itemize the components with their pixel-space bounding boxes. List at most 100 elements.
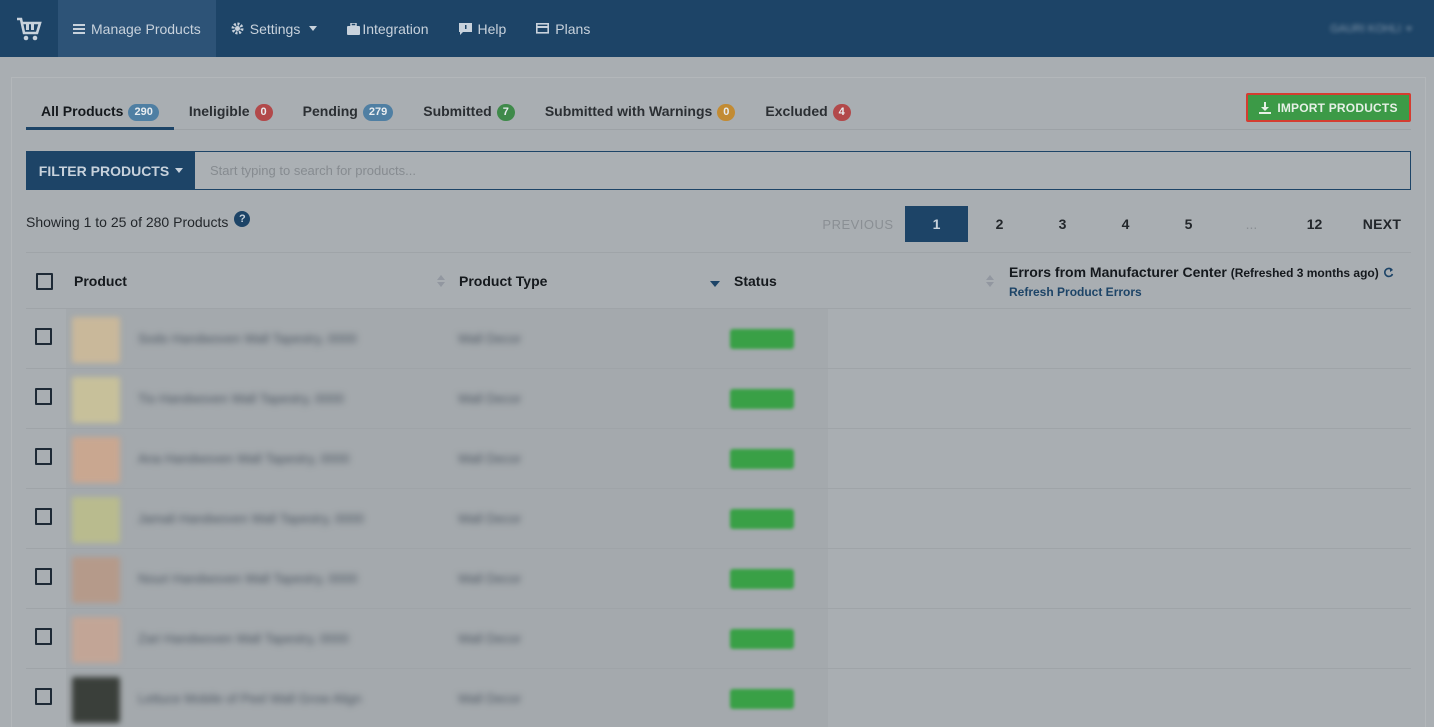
filter-products-button[interactable]: FILTER PRODUCTS: [27, 152, 195, 189]
product-thumbnail: [72, 617, 120, 663]
table-row: Nouri Handwoven Wall Tapestry, 0000 Wall …: [26, 549, 1411, 609]
pagination-previous[interactable]: PREVIOUS: [811, 206, 905, 242]
chevron-down-icon: [309, 26, 318, 31]
chat-icon: [458, 22, 472, 35]
sort-icon[interactable]: [986, 275, 994, 287]
filter-bar: FILTER PRODUCTS: [26, 151, 1411, 190]
nav-help[interactable]: Help: [444, 0, 522, 57]
page-2[interactable]: 2: [968, 206, 1031, 242]
column-product-type[interactable]: Product Type: [459, 273, 547, 289]
nav-label: Help: [477, 20, 507, 37]
download-icon: [1259, 101, 1272, 114]
sort-icon[interactable]: [437, 275, 445, 287]
row-checkbox[interactable]: [35, 508, 52, 525]
product-type: Wall Decor: [458, 451, 522, 466]
table-row: Sodo Handwoven Wall Tapestry, 0000 Wall D…: [26, 309, 1411, 369]
count-badge: 4: [832, 104, 851, 121]
status-badge: [730, 629, 794, 649]
product-name[interactable]: Zari Handwoven Wall Tapestry, 0000: [138, 631, 349, 646]
count-badge: 290: [128, 104, 159, 121]
product-thumbnail: [72, 377, 120, 423]
tab-ineligible[interactable]: Ineligible 0: [174, 92, 288, 130]
table-row: Jamali Handwoven Wall Tapestry, 0000 Wall…: [26, 489, 1411, 549]
count-badge: 7: [496, 104, 515, 121]
tab-submitted[interactable]: Submitted 7: [408, 92, 530, 130]
refresh-product-errors-link[interactable]: Refresh Product Errors: [1009, 285, 1142, 299]
table-row: Lettuce Mobile of Peel Wall Grow Align Wa…: [26, 669, 1411, 727]
tab-label: Ineligible: [188, 103, 250, 119]
product-thumbnail: [72, 557, 120, 603]
errors-title: Errors from Manufacturer Center: [1009, 264, 1227, 280]
row-checkbox[interactable]: [35, 388, 52, 405]
tab-label: Pending: [302, 103, 358, 119]
column-errors: Errors from Manufacturer Center (Refresh…: [1009, 264, 1394, 280]
page-12[interactable]: 12: [1283, 206, 1346, 242]
page-1[interactable]: 1: [905, 206, 968, 242]
page-5[interactable]: 5: [1157, 206, 1220, 242]
product-type: Wall Decor: [458, 631, 522, 646]
pagination-next[interactable]: NEXT: [1346, 206, 1418, 242]
column-product[interactable]: Product: [74, 273, 127, 289]
table-header: Product Product Type Status Errors from …: [26, 252, 1411, 309]
search-input[interactable]: [195, 152, 1410, 189]
row-checkbox[interactable]: [35, 328, 52, 345]
tab-label: Submitted with Warnings: [544, 103, 713, 119]
page-4[interactable]: 4: [1094, 206, 1157, 242]
showing-text: Showing 1 to 25 of 280 Products: [26, 214, 229, 230]
import-products-button[interactable]: IMPORT PRODUCTS: [1246, 93, 1411, 122]
count-badge: 279: [362, 104, 394, 121]
card-icon: [536, 23, 550, 34]
list-icon: [73, 23, 85, 34]
table-row: Zari Handwoven Wall Tapestry, 0000 Wall D…: [26, 609, 1411, 669]
tab-pending[interactable]: Pending 279: [288, 92, 409, 130]
status-badge: [730, 569, 794, 589]
status-badge: [730, 509, 794, 529]
import-products-label: IMPORT PRODUCTS: [1277, 100, 1398, 115]
question-icon[interactable]: ?: [234, 211, 251, 227]
nav-manage-products[interactable]: Manage Products: [58, 0, 216, 57]
column-status[interactable]: Status: [734, 273, 777, 289]
tab-label: Submitted: [423, 103, 492, 119]
home-logo[interactable]: [0, 0, 58, 57]
nav-integration[interactable]: Integration: [332, 0, 443, 57]
shopping-cart-icon: [17, 17, 42, 40]
product-name[interactable]: Ana Handwoven Wall Tapestry, 0000: [138, 451, 350, 466]
product-thumbnail: [72, 317, 120, 363]
product-name[interactable]: Sodo Handwoven Wall Tapestry, 0000: [138, 331, 357, 346]
page-3[interactable]: 3: [1031, 206, 1094, 242]
row-checkbox[interactable]: [35, 448, 52, 465]
product-name[interactable]: Nouri Handwoven Wall Tapestry, 0000: [138, 571, 357, 586]
product-name[interactable]: Jamali Handwoven Wall Tapestry, 0000: [138, 511, 364, 526]
refresh-icon[interactable]: [1383, 267, 1394, 278]
sort-desc-icon[interactable]: [710, 281, 720, 287]
row-checkbox[interactable]: [35, 568, 52, 585]
nav-label: Plans: [555, 20, 591, 37]
select-all-checkbox[interactable]: [36, 273, 53, 290]
row-checkbox[interactable]: [35, 688, 52, 705]
product-type: Wall Decor: [458, 391, 522, 406]
table-row: Ana Handwoven Wall Tapestry, 0000 Wall De…: [26, 429, 1411, 489]
product-name[interactable]: Lettuce Mobile of Peel Wall Grow Align: [138, 691, 362, 706]
tab-excluded[interactable]: Excluded 4: [750, 92, 865, 130]
chevron-down-icon: [175, 168, 184, 173]
filter-products-label: FILTER PRODUCTS: [38, 162, 170, 179]
status-badge: [730, 689, 794, 709]
row-checkbox[interactable]: [35, 628, 52, 645]
chevron-down-icon: [1406, 26, 1412, 31]
user-menu[interactable]: GAURI KOHLI: [1330, 0, 1412, 57]
product-type: Wall Decor: [458, 511, 522, 526]
results-summary: Showing 1 to 25 of 280 Products ?: [26, 211, 251, 230]
product-type: Wall Decor: [458, 331, 522, 346]
errors-refresh-note: (Refreshed 3 months ago): [1230, 266, 1379, 280]
product-thumbnail: [72, 677, 120, 723]
tab-submitted-with-warnings[interactable]: Submitted with Warnings 0: [530, 92, 751, 130]
product-name[interactable]: Tio Handwoven Wall Tapestry, 0000: [138, 391, 344, 406]
product-type: Wall Decor: [458, 571, 522, 586]
product-thumbnail: [72, 437, 120, 483]
top-navbar: Manage Products Settings Integration Hel…: [0, 0, 1434, 57]
nav-settings[interactable]: Settings: [216, 0, 333, 57]
product-type: Wall Decor: [458, 691, 522, 706]
tab-all-products[interactable]: All Products 290: [26, 92, 174, 130]
nav-plans[interactable]: Plans: [521, 0, 605, 57]
pagination: PREVIOUS 1 2 3 4 5 ... 12 NEXT: [811, 206, 1418, 242]
